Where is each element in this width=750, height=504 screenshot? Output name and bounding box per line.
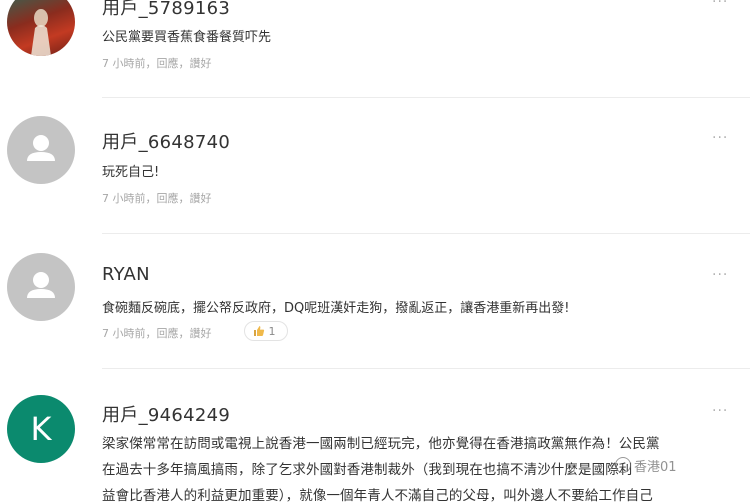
like-count-button[interactable]: 1 bbox=[244, 321, 288, 341]
reply-link[interactable]: 回應 bbox=[157, 192, 179, 205]
comment-text: 食碗麵反碗底，擺公帑反政府，DQ呢班漢奸走狗，撥亂返正，讓香港重新再出發! bbox=[102, 301, 570, 316]
divider bbox=[102, 233, 750, 234]
comment-time: 7 小時前 bbox=[102, 327, 146, 340]
more-options-icon[interactable]: ··· bbox=[712, 0, 728, 10]
more-options-icon[interactable]: ··· bbox=[712, 130, 728, 146]
comment-meta: 7 小時前，回應，讚好 bbox=[102, 57, 212, 70]
more-options-icon[interactable]: ··· bbox=[712, 267, 728, 283]
comment-username[interactable]: 用戶_5789163 bbox=[102, 0, 230, 20]
comment-username[interactable]: RYAN bbox=[102, 264, 150, 285]
comment-username[interactable]: 用戶_6648740 bbox=[102, 128, 230, 154]
comment-text: 公民黨要買香蕉食番餐質吓先 bbox=[102, 30, 272, 45]
like-link[interactable]: 讚好 bbox=[190, 327, 212, 340]
comment-time: 7 小時前 bbox=[102, 57, 146, 70]
default-user-icon bbox=[27, 272, 55, 298]
divider bbox=[102, 97, 750, 98]
reply-link[interactable]: 回應 bbox=[157, 57, 179, 70]
avatar[interactable]: K bbox=[7, 395, 75, 463]
watermark: 香港01 bbox=[615, 456, 677, 475]
comment-username[interactable]: 用戶_9464249 bbox=[102, 401, 230, 427]
avatar[interactable] bbox=[7, 253, 75, 321]
comment-meta: 7 小時前，回應，讚好 bbox=[102, 327, 212, 340]
reply-link[interactable]: 回應 bbox=[157, 327, 179, 340]
avatar[interactable] bbox=[7, 0, 75, 56]
avatar[interactable] bbox=[7, 116, 75, 184]
thumbs-up-icon bbox=[254, 326, 265, 336]
comment-text-line: 益會比香港人的利益更加重要），就像一個年青人不滿自己的父母，叫外邊人不要給工作自… bbox=[102, 488, 653, 504]
watermark-logo-icon bbox=[615, 457, 631, 473]
comment-text-line: 在過去十多年搞風搞雨，除了乞求外國對香港制裁外（我到現在也搞不清沙什麼是國際利 bbox=[102, 462, 633, 478]
comment-time: 7 小時前 bbox=[102, 192, 146, 205]
divider bbox=[102, 368, 750, 369]
default-user-icon bbox=[27, 135, 55, 161]
like-link[interactable]: 讚好 bbox=[190, 57, 212, 70]
comment-meta: 7 小時前，回應，讚好 bbox=[102, 192, 212, 205]
comment-text-line: 梁家傑常常在訪問或電視上說香港一國兩制已經玩完，他亦覺得在香港搞政黨無作為！公民… bbox=[102, 436, 660, 452]
more-options-icon[interactable]: ··· bbox=[712, 403, 728, 419]
comment-text: 玩死自己! bbox=[102, 165, 160, 180]
like-link[interactable]: 讚好 bbox=[190, 192, 212, 205]
like-count: 1 bbox=[268, 325, 276, 338]
